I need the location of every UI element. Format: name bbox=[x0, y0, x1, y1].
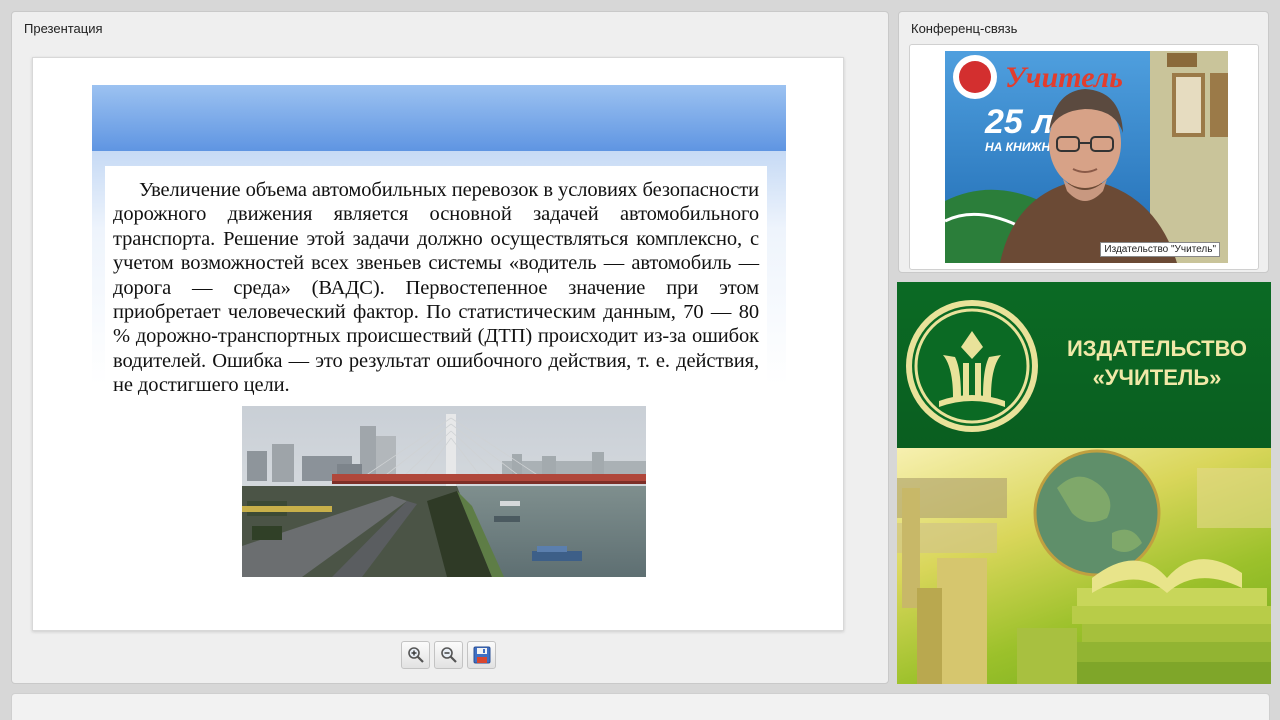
zoom-in-button[interactable] bbox=[401, 641, 430, 669]
publisher-name-line2: «УЧИТЕЛЬ» bbox=[1092, 365, 1222, 390]
slide-header-band bbox=[92, 85, 786, 151]
save-button[interactable] bbox=[467, 641, 496, 669]
slide-city-bridge-photo bbox=[242, 406, 646, 577]
slide-text-box: Увеличение объема автомобильных перевозо… bbox=[105, 166, 767, 404]
webcam-video[interactable]: Учитель 25 л НА КНИЖН Издательство "Учит… bbox=[945, 51, 1228, 263]
presentation-title: Презентация bbox=[24, 21, 103, 36]
backdrop-years-text: 25 л bbox=[984, 103, 1053, 141]
zoom-out-button[interactable] bbox=[434, 641, 463, 669]
publisher-banner-top: ИЗДАТЕЛЬСТВО «УЧИТЕЛЬ» bbox=[897, 282, 1271, 448]
conference-title: Конференц-связь bbox=[911, 21, 1018, 36]
presentation-panel: Презентация Увеличение объема автомобиль… bbox=[11, 11, 889, 684]
slide: Увеличение объема автомобильных перевозо… bbox=[32, 57, 844, 631]
video-participant-label: Издательство "Учитель" bbox=[1100, 242, 1220, 257]
slide-text: Увеличение объема автомобильных перевозо… bbox=[113, 179, 759, 397]
zoom-out-icon bbox=[441, 647, 457, 663]
save-icon bbox=[473, 646, 491, 664]
publisher-banner: ИЗДАТЕЛЬСТВО «УЧИТЕЛЬ» bbox=[897, 282, 1271, 684]
books-globe-illustration bbox=[897, 448, 1271, 684]
conference-panel: Конференц-связь Учитель 25 л НА КНИЖН Из… bbox=[898, 11, 1269, 273]
publisher-name-line1: ИЗДАТЕЛЬСТВО bbox=[1066, 336, 1248, 361]
backdrop-brand-text: Учитель bbox=[1005, 61, 1123, 94]
bottom-panel bbox=[11, 693, 1270, 720]
video-container: Учитель 25 л НА КНИЖН Издательство "Учит… bbox=[909, 44, 1259, 270]
backdrop-caption-text: НА КНИЖН bbox=[985, 140, 1050, 154]
zoom-in-icon bbox=[408, 647, 424, 663]
publisher-name: ИЗДАТЕЛЬСТВО «УЧИТЕЛЬ» bbox=[1047, 334, 1267, 392]
publisher-logo bbox=[906, 300, 1038, 432]
